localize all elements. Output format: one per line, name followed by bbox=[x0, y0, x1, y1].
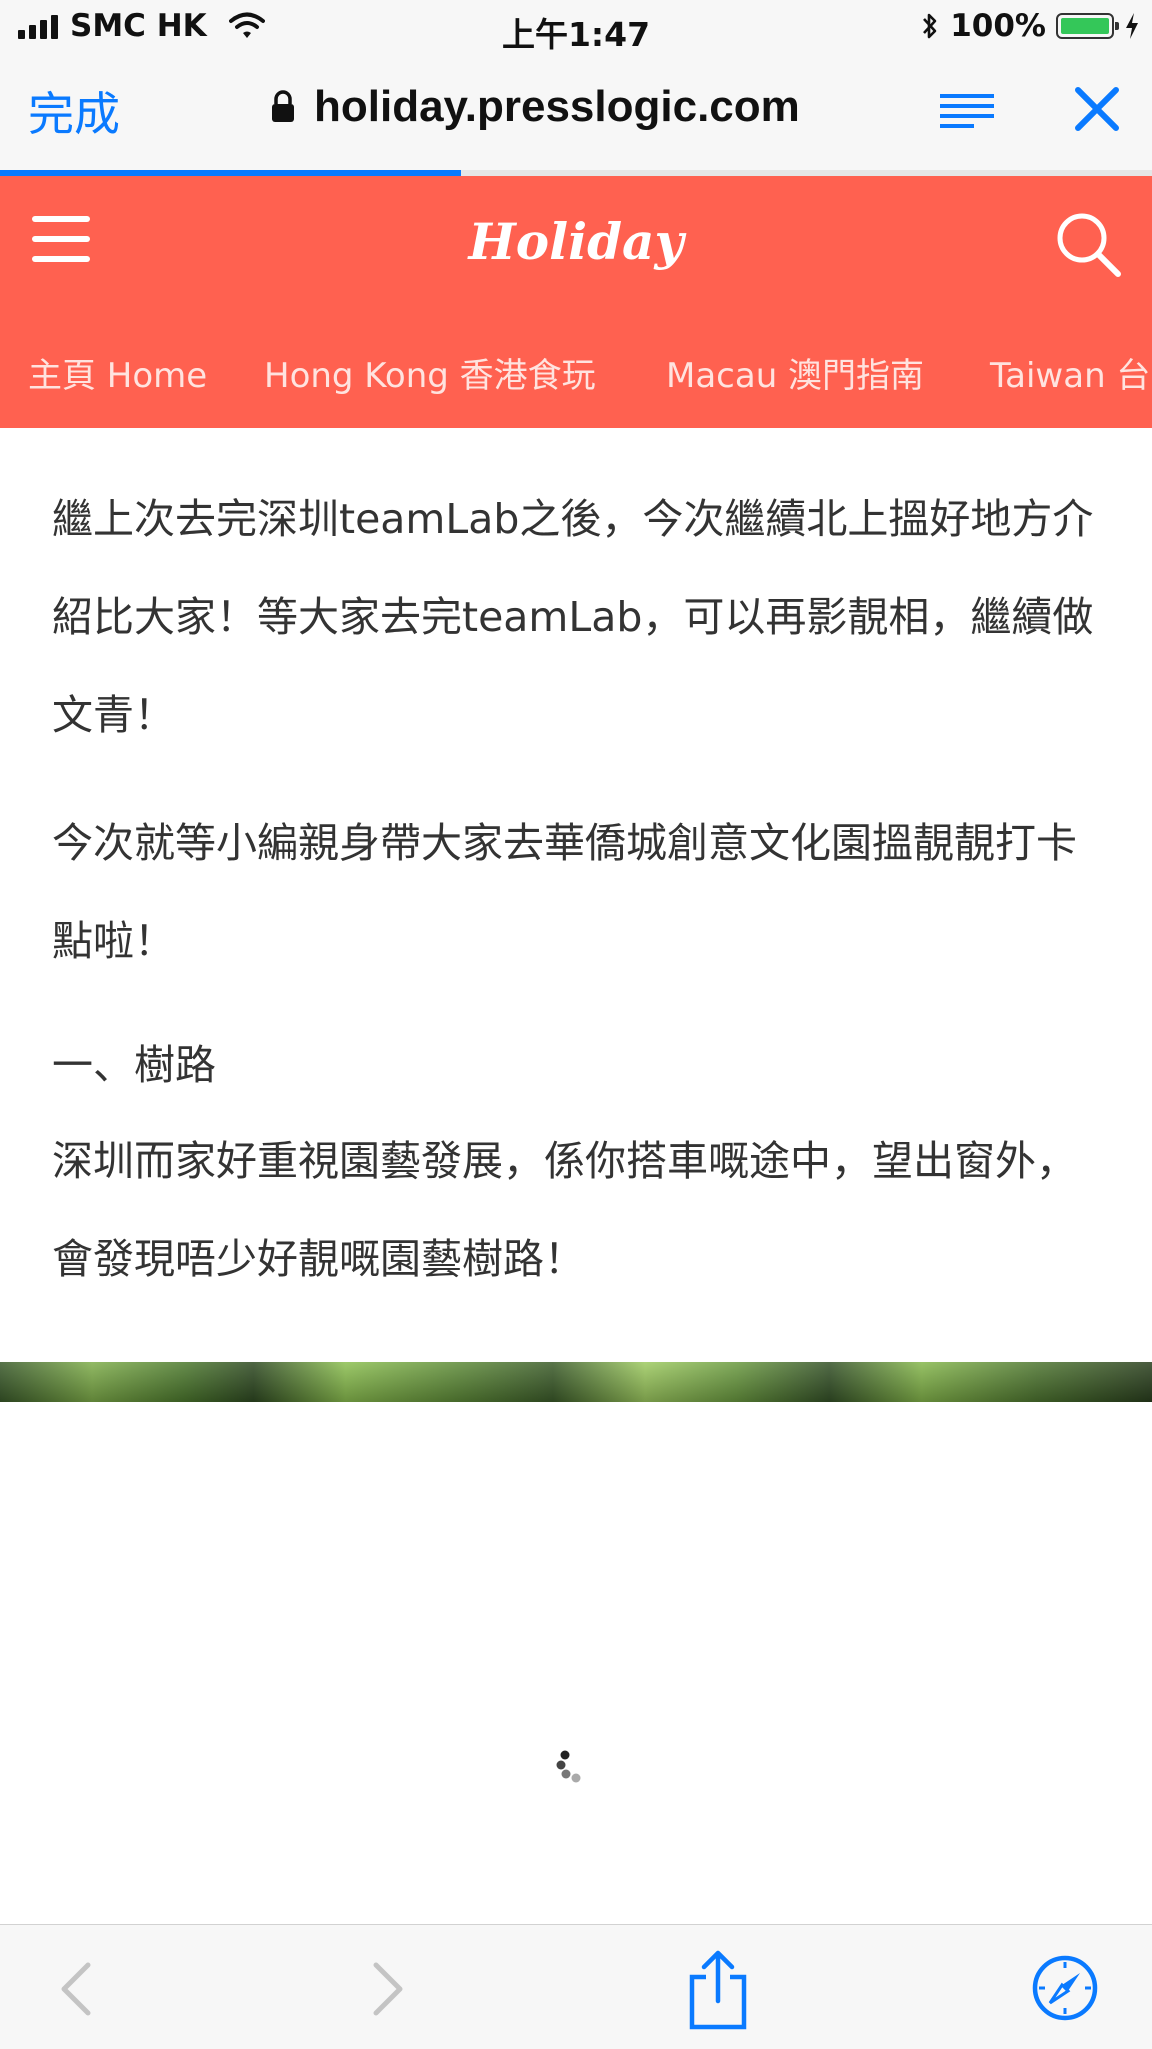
article-paragraph: 今次就等小編親身帶大家去華僑城創意文化園搵靚靚打卡點啦！ bbox=[52, 819, 1077, 965]
nav-item-home[interactable]: 主頁 Home bbox=[28, 348, 207, 397]
bottom-toolbar bbox=[0, 1924, 1152, 2049]
site-logo[interactable]: Holiday bbox=[0, 212, 1152, 271]
article-paragraph: 深圳而家好重視園藝發展，係你搭車嘅途中，望出窗外，會發現唔少好靚嘅園藝樹路！ bbox=[52, 1137, 1077, 1283]
share-icon[interactable] bbox=[684, 1947, 752, 2031]
address-bar[interactable]: holiday.presslogic.com bbox=[270, 82, 800, 132]
site-nav: 主頁 Home Hong Kong 香港食玩 Macau 澳門指南 Taiwan… bbox=[0, 348, 1152, 398]
forward-arrow-icon[interactable] bbox=[368, 1959, 408, 2019]
nav-item-macau[interactable]: Macau 澳門指南 bbox=[666, 348, 924, 397]
bluetooth-icon bbox=[923, 13, 937, 39]
loading-spinner-icon bbox=[556, 1750, 581, 1783]
search-icon[interactable] bbox=[1054, 210, 1124, 280]
section-heading: 一、樹路 bbox=[52, 1041, 216, 1089]
lock-icon bbox=[272, 90, 294, 122]
article-paragraph: 繼上次去完深圳teamLab之後，今次繼續北上搵好地方介紹比大家！等大家去完te… bbox=[52, 495, 1094, 739]
article-image[interactable] bbox=[0, 1362, 1152, 1402]
status-bar: SMC HK 上午1:47 100% bbox=[0, 0, 1152, 58]
image-shade bbox=[0, 1362, 1152, 1402]
battery-percent: 100% bbox=[950, 8, 1046, 44]
battery-level bbox=[1061, 18, 1109, 34]
reader-mode-icon[interactable] bbox=[938, 88, 998, 132]
url-text[interactable]: holiday.presslogic.com bbox=[314, 82, 800, 132]
battery-icon bbox=[1056, 13, 1119, 39]
status-right: 100% bbox=[920, 8, 1140, 44]
done-button[interactable]: 完成 bbox=[28, 78, 120, 144]
compass-icon[interactable] bbox=[1030, 1953, 1100, 2023]
site-header: Holiday 主頁 Home Hong Kong 香港食玩 Macau 澳門指… bbox=[0, 176, 1152, 428]
nav-item-hong-kong[interactable]: Hong Kong 香港食玩 bbox=[264, 348, 596, 397]
battery-tip bbox=[1115, 22, 1119, 30]
close-icon[interactable] bbox=[1072, 84, 1122, 134]
charging-bolt-icon bbox=[1126, 13, 1138, 39]
back-arrow-icon[interactable] bbox=[56, 1959, 96, 2019]
browser-header: 完成 holiday.presslogic.com bbox=[0, 58, 1152, 176]
nav-item-taiwan[interactable]: Taiwan 台 bbox=[990, 348, 1150, 397]
